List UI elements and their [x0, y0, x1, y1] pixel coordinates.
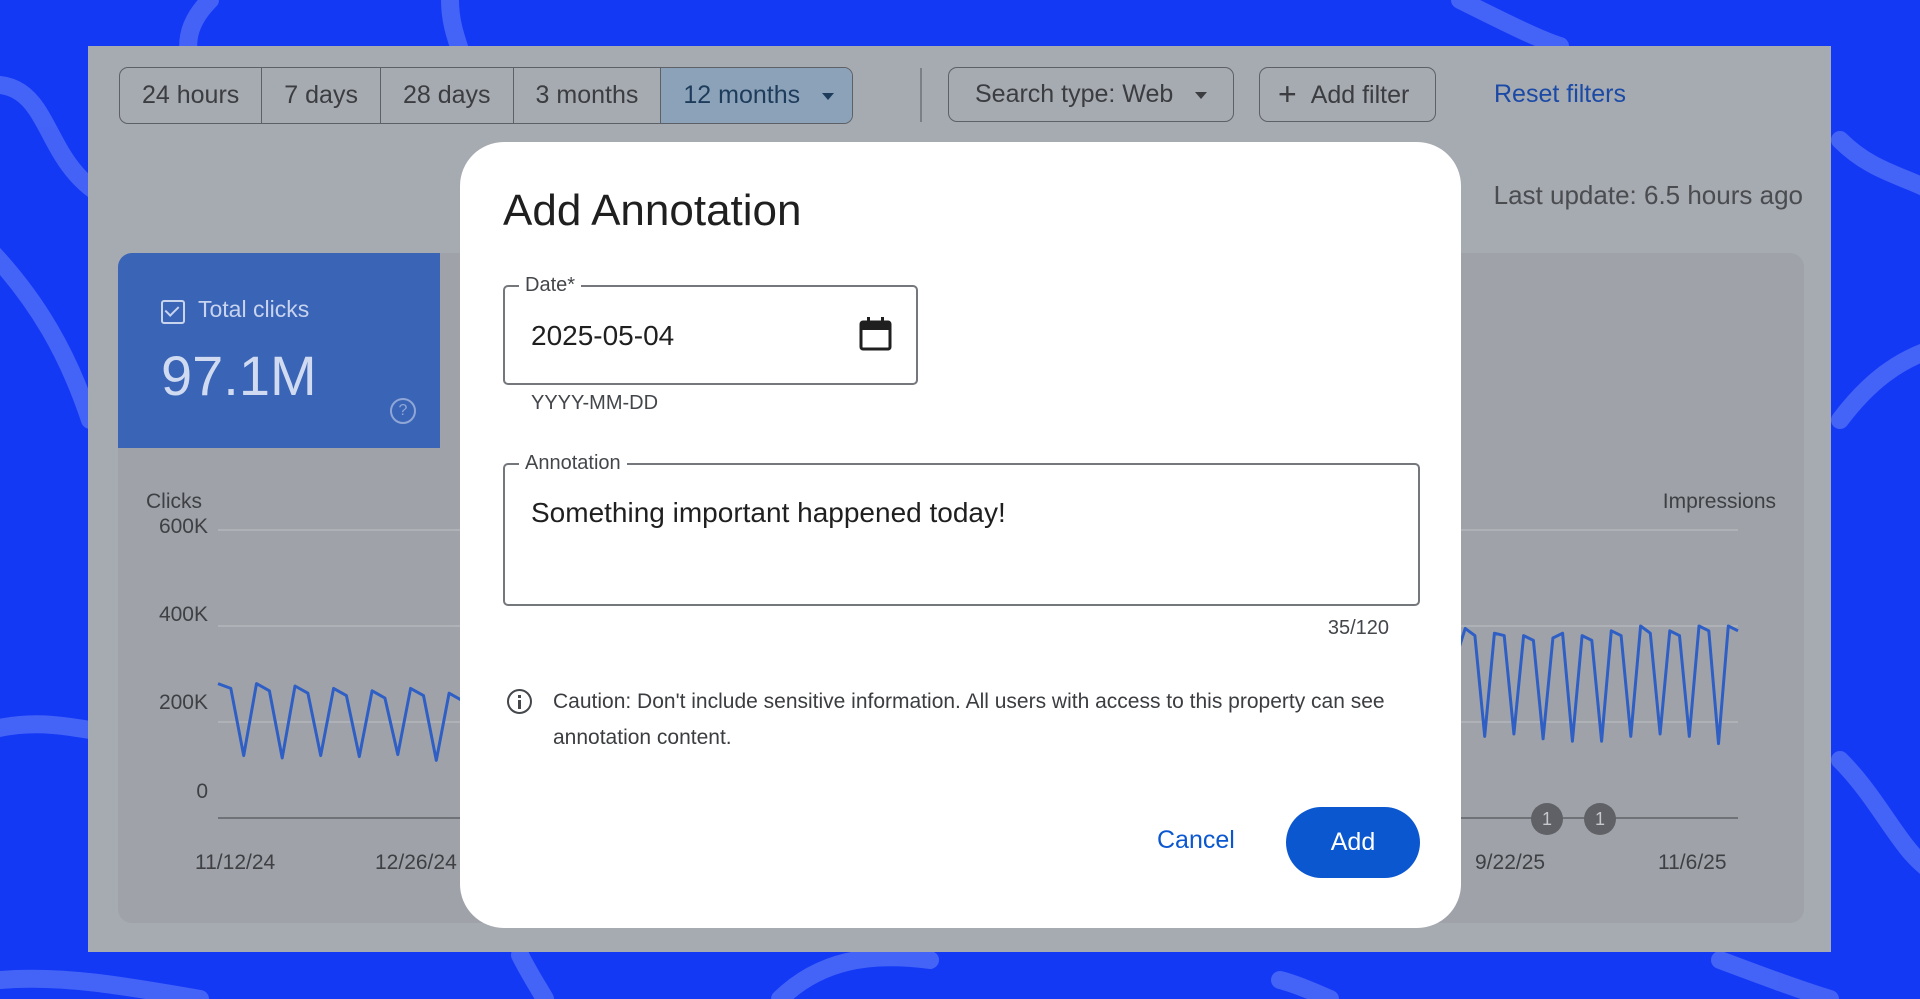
last-update-text: Last update: 6.5 hours ago — [1493, 180, 1803, 210]
cancel-button[interactable]: Cancel — [1157, 826, 1235, 855]
annotation-textarea[interactable]: Something important happened today! — [531, 497, 1006, 529]
annotation-field[interactable]: Annotation Something important happened … — [503, 451, 1420, 606]
reset-filters-link[interactable]: Reset filters — [1494, 80, 1626, 109]
info-icon — [507, 689, 532, 714]
chevron-down-icon — [1195, 91, 1208, 99]
range-12-months[interactable]: 12 months — [661, 68, 853, 123]
range-12-months-label: 12 months — [683, 81, 801, 109]
annotation-field-label: Annotation — [519, 451, 627, 475]
add-filter-button[interactable]: + Add filter — [1259, 67, 1437, 122]
dialog-title: Add Annotation — [503, 186, 802, 235]
range-7-days[interactable]: 7 days — [262, 68, 381, 123]
add-annotation-dialog: Add Annotation Date* 2025-05-04 YYYY-MM-… — [460, 142, 1461, 928]
annotation-marker[interactable]: 1 — [1584, 803, 1616, 835]
search-type-dropdown[interactable]: Search type: Web — [948, 67, 1235, 122]
add-filter-label: Add filter — [1310, 81, 1410, 109]
x-tick-label: 11/6/25 — [1658, 851, 1727, 874]
range-3-months[interactable]: 3 months — [514, 68, 662, 123]
annotation-marker[interactable]: 1 — [1531, 803, 1563, 835]
character-counter: 35/120 — [1327, 617, 1389, 639]
x-tick-label: 9/22/25 — [1475, 851, 1546, 874]
range-24-hours[interactable]: 24 hours — [120, 68, 263, 123]
plus-icon: + — [1278, 76, 1297, 112]
date-range-selector: 24 hours 7 days 28 days 3 months 12 mont… — [119, 67, 854, 124]
date-input[interactable]: 2025-05-04 — [531, 320, 674, 352]
date-format-hint: YYYY-MM-DD — [531, 392, 659, 414]
search-type-label: Search type: Web — [975, 80, 1174, 108]
toolbar-divider — [920, 68, 922, 122]
caution-message: Caution: Don't include sensitive informa… — [553, 690, 1385, 749]
date-field-label: Date* — [519, 273, 582, 297]
x-tick-label: 11/12/24 — [195, 851, 276, 874]
date-field[interactable]: Date* 2025-05-04 — [503, 273, 918, 385]
range-28-days[interactable]: 28 days — [381, 68, 514, 123]
add-button[interactable]: Add — [1286, 807, 1420, 878]
chevron-down-icon — [822, 92, 835, 100]
calendar-icon[interactable] — [859, 317, 892, 351]
x-tick-label: 12/26/24 — [375, 851, 457, 874]
